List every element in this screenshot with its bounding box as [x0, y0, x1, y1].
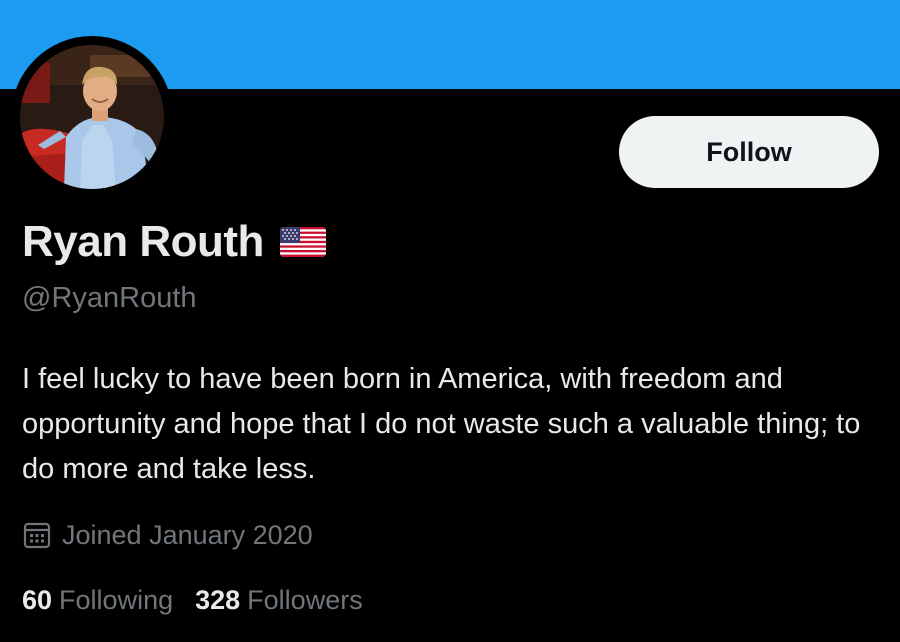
join-date-text: Joined January 2020 — [62, 519, 313, 550]
display-name: Ryan Routh — [22, 217, 264, 266]
avatar-photo: NG — [20, 45, 164, 189]
calendar-icon — [22, 520, 52, 550]
avatar-frame: NG — [11, 36, 173, 198]
name-row: Ryan Routh — [22, 214, 326, 270]
following-label: Following — [59, 584, 174, 615]
follow-button[interactable]: Follow — [619, 116, 879, 188]
svg-text:NG: NG — [26, 177, 40, 187]
avatar[interactable]: NG — [20, 45, 164, 189]
profile-bio: I feel lucky to have been born in Americ… — [22, 363, 861, 485]
us-flag-icon — [279, 227, 326, 257]
followers-label: Followers — [247, 584, 363, 615]
following-count: 60 — [22, 584, 53, 615]
following-link[interactable]: 60 Following — [22, 585, 173, 616]
join-date: Joined January 2020 — [22, 515, 313, 555]
followers-link[interactable]: 328 Followers — [195, 585, 363, 616]
user-handle: @RyanRouth — [22, 282, 197, 314]
follow-stats: 60 Following 328 Followers — [22, 580, 385, 620]
followers-count: 328 — [195, 584, 241, 615]
profile-page: NG Follow Ryan Routh @RyanRouth I feel l… — [0, 0, 900, 642]
